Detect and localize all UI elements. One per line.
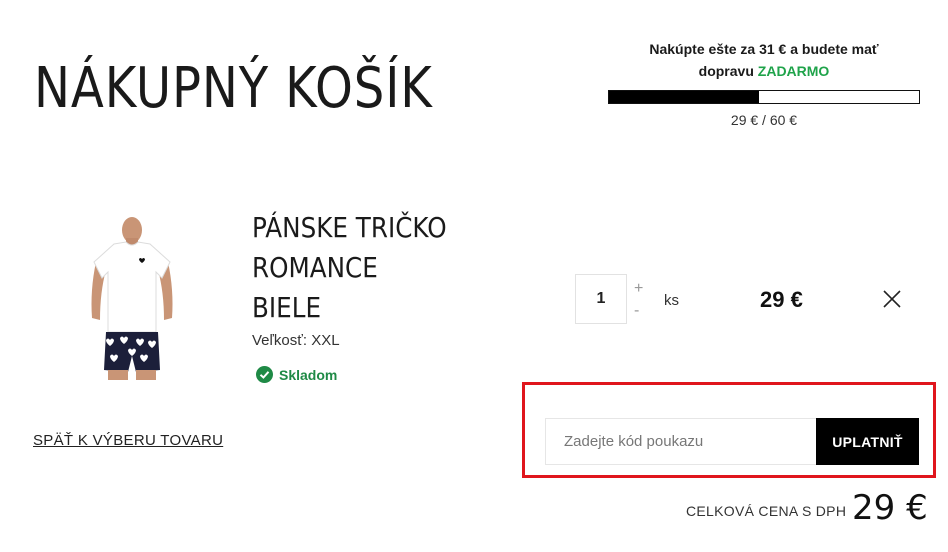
shipping-progress-label: 29 € / 60 € — [730, 112, 798, 128]
close-icon[interactable] — [882, 289, 902, 309]
product-name[interactable]: PÁNSKE TRIČKO ROMANCE BIELE — [252, 208, 454, 328]
check-circle-icon — [256, 366, 273, 383]
quantity-decrease-button[interactable]: - — [634, 302, 639, 320]
total-label: CELKOVÁ CENA S DPH — [686, 503, 847, 519]
shipping-progress-bar — [608, 90, 920, 104]
apply-voucher-button[interactable]: UPLATNIŤ — [816, 418, 919, 465]
shipping-message-prefix: dopravu — [698, 63, 754, 79]
quantity-increase-button[interactable]: + — [634, 280, 643, 298]
product-name-line3: BIELE — [252, 291, 322, 324]
stock-label: Skladom — [279, 366, 338, 383]
product-size: Veľkosť: XXL — [252, 332, 340, 349]
back-to-products-link[interactable]: SPÄŤ K VÝBERU TOVARU — [33, 432, 223, 449]
shipping-message: Nakúpte ešte za 31 € a budete mať doprav… — [600, 38, 928, 82]
item-price: 29 € — [760, 287, 803, 312]
free-shipping-panel: Nakúpte ešte za 31 € a budete mať doprav… — [600, 38, 928, 128]
shipping-free-label: ZADARMO — [757, 63, 830, 79]
voucher-code-input[interactable] — [545, 418, 817, 465]
quantity-input[interactable]: 1 — [575, 274, 627, 324]
quantity-unit: ks — [664, 292, 679, 309]
stock-status: Skladom — [256, 366, 337, 383]
product-name-line2: ROMANCE — [252, 251, 378, 284]
product-image[interactable] — [84, 210, 180, 380]
product-name-line1: PÁNSKE TRIČKO — [252, 211, 447, 244]
shipping-message-line1: Nakúpte ešte za 31 € a budete mať — [649, 41, 879, 57]
total-value: 29 € — [852, 488, 928, 528]
shipping-progress-fill — [609, 91, 759, 103]
page-title: NÁKUPNÝ KOŠÍK — [34, 56, 433, 121]
